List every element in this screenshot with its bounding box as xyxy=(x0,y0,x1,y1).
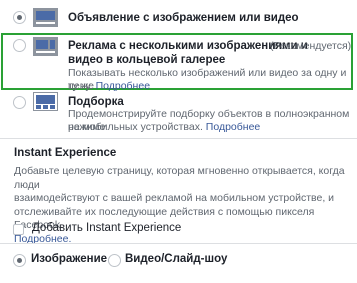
section-divider-2 xyxy=(0,243,357,244)
format-option-collection-title: Подборка xyxy=(68,96,124,108)
instant-experience-desc-line1: Добавьте целевую страницу, которая мгнов… xyxy=(14,165,345,191)
media-radio-video[interactable] xyxy=(108,254,121,267)
format-option-collection[interactable]: Подборка Продемонстрируйте подборку объе… xyxy=(0,92,357,136)
format-option-collection-desc-text: на мобильных устройствах. xyxy=(68,121,203,133)
collection-learn-more-link[interactable]: Подробнее xyxy=(206,121,260,133)
format-option-carousel-desc-text: цену. xyxy=(68,80,93,92)
instant-experience-checkbox-label[interactable]: Добавить Instant Experience xyxy=(32,222,181,234)
format-option-carousel-title-line2: видео в кольцевой галерее xyxy=(68,54,226,66)
instant-experience-checkbox[interactable] xyxy=(13,224,24,235)
carousel-learn-more-link[interactable]: Подробнее xyxy=(96,80,150,92)
format-radio-single[interactable] xyxy=(13,11,26,24)
format-radio-carousel[interactable] xyxy=(13,39,26,52)
format-option-single-title: Объявление с изображением или видео xyxy=(68,12,299,24)
format-option-collection-desc-line2: на мобильных устройствах. Подробнее xyxy=(68,121,260,134)
collection-icon xyxy=(33,92,58,111)
format-option-carousel[interactable]: Реклама с несколькими изображениями и (Р… xyxy=(0,34,357,92)
media-option-image-label[interactable]: Изображение xyxy=(31,253,107,265)
format-option-single[interactable]: Объявление с изображением или видео xyxy=(0,0,357,32)
media-radio-image[interactable] xyxy=(13,254,26,267)
carousel-icon xyxy=(33,37,58,56)
instant-experience-title: Instant Experience xyxy=(14,147,117,159)
instant-experience-desc-line2: взаимодействуют с вашей рекламой на моби… xyxy=(14,192,335,204)
single-image-icon xyxy=(33,8,58,27)
section-divider xyxy=(0,138,357,139)
recommended-badge: (Рекомендуется) xyxy=(270,40,352,52)
media-option-video-label[interactable]: Видео/Слайд-шоу xyxy=(125,253,227,265)
format-radio-collection[interactable] xyxy=(13,96,26,109)
